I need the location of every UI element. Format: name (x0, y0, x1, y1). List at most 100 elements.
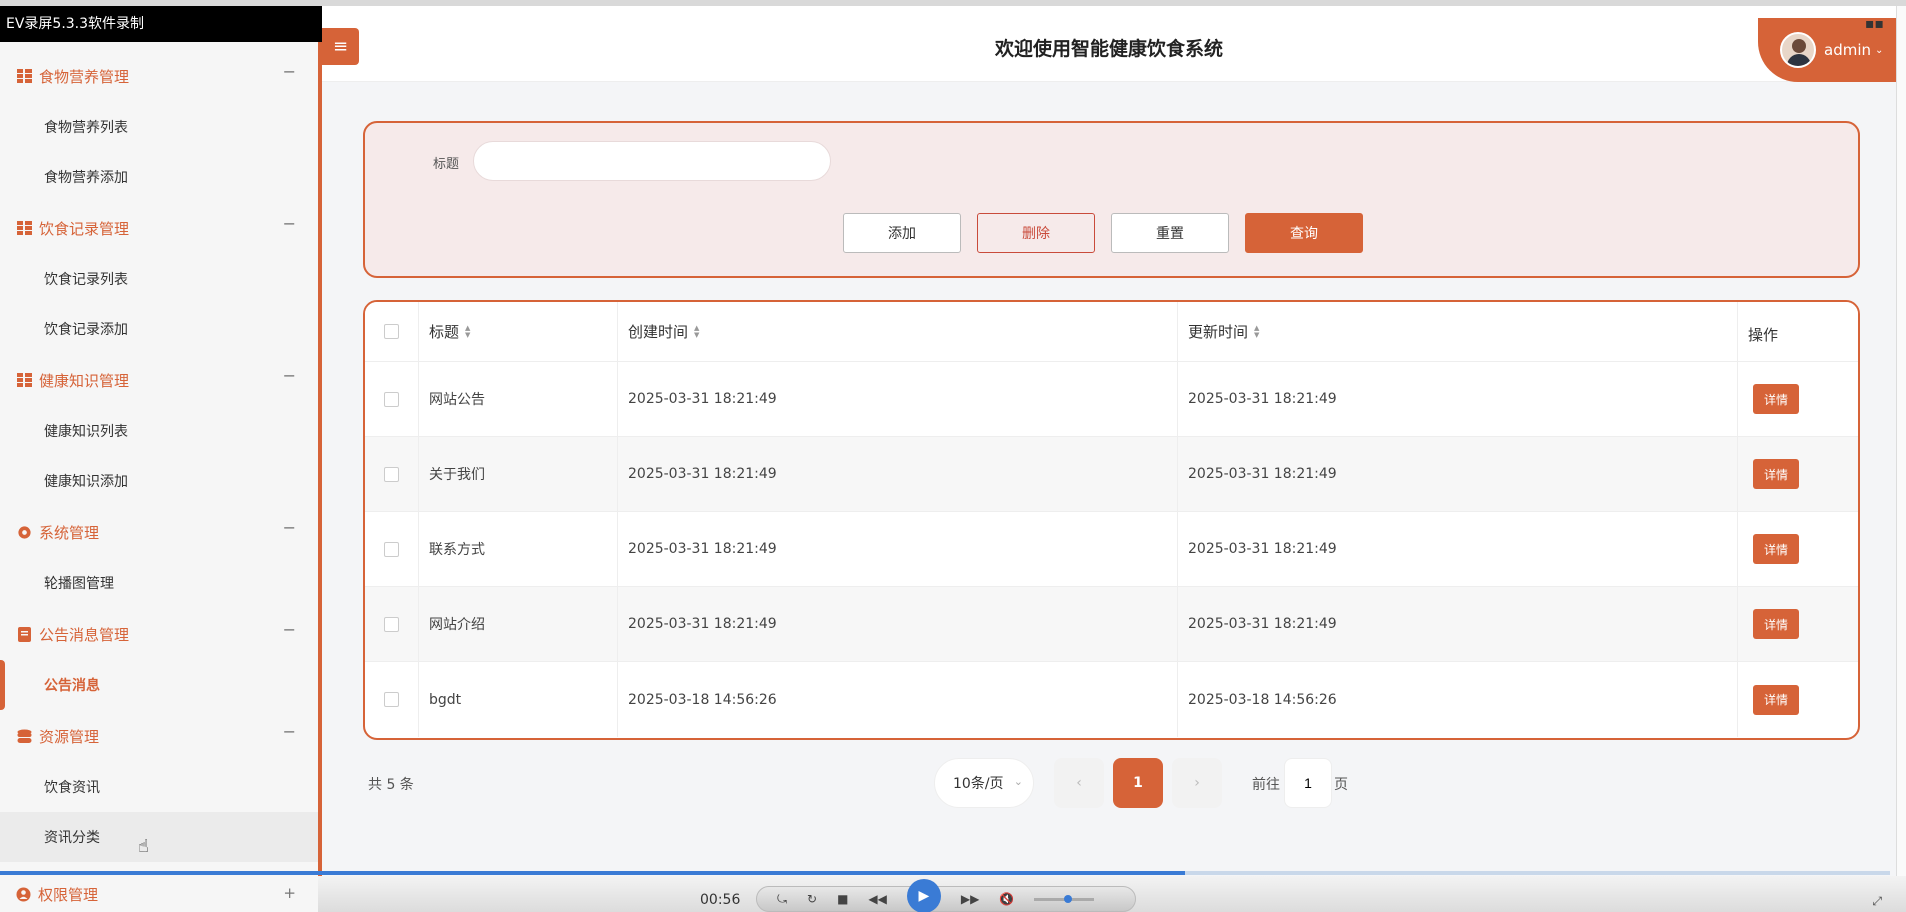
row-select-cell (365, 512, 419, 586)
next-page-button[interactable]: › (1172, 758, 1222, 808)
rewind-icon[interactable]: ◀◀ (868, 892, 886, 906)
sidebar-group-food-nutrition[interactable]: 食物营养管理 − (0, 50, 318, 102)
cell-updated: 2025-03-18 14:56:26 (1178, 662, 1738, 737)
prev-page-button[interactable]: ‹ (1054, 758, 1104, 808)
row-checkbox[interactable] (384, 692, 399, 707)
page-size-select[interactable]: 10条/页 ⌄ (934, 758, 1034, 808)
table-row: bgdt 2025-03-18 14:56:26 2025-03-18 14:5… (365, 662, 1858, 737)
notice-table: 标题 ▲ ▼ 创建时间 ▲ ▼ 更新时间 ▲ ▼ 操作 网站公告 2025-03-31 18… (363, 300, 1860, 740)
goto-suffix: 页 (1334, 777, 1348, 793)
delete-button[interactable]: 删除 (977, 213, 1095, 253)
document-icon (16, 626, 32, 642)
table-row: 关于我们 2025-03-31 18:21:49 2025-03-31 18:2… (365, 437, 1858, 512)
row-checkbox[interactable] (384, 466, 399, 482)
cell-title: 关于我们 (419, 437, 618, 511)
collapse-icon[interactable]: − (283, 722, 296, 741)
page-title: 欢迎使用智能健康饮食系统 (994, 38, 1223, 60)
sidebar-item-notice-active[interactable]: 公告消息 (0, 660, 318, 710)
speed-icon[interactable]: ⤿ (777, 892, 787, 907)
page-number-current[interactable]: 1 (1113, 758, 1163, 808)
sidebar-group-notice[interactable]: 公告消息管理 − (0, 608, 318, 660)
volume-slider[interactable] (1034, 894, 1095, 903)
sidebar-item-food-nutrition-list[interactable]: 食物营养列表 (0, 102, 318, 152)
chevron-right-icon: › (1194, 775, 1200, 791)
row-checkbox[interactable] (384, 541, 399, 557)
sidebar-group-system[interactable]: 系统管理 − (0, 506, 318, 558)
column-header-title[interactable]: 标题 ▲ ▼ (419, 302, 618, 361)
sidebar-group-label: 饮食记录管理 (39, 219, 130, 238)
column-header-created[interactable]: 创建时间 ▲ ▼ (618, 302, 1178, 361)
sidebar-group-diet-record[interactable]: 饮食记录管理 − (0, 202, 318, 254)
collapse-icon[interactable]: − (283, 62, 296, 81)
sidebar-item-diet-news[interactable]: 饮食资讯 (0, 762, 318, 812)
row-select-cell (365, 437, 419, 511)
user-icon (16, 887, 31, 902)
row-checkbox[interactable] (384, 391, 399, 407)
title-filter-input[interactable] (473, 141, 831, 181)
cell-title: 网站公告 (419, 362, 618, 436)
collapse-icon[interactable]: − (283, 214, 296, 233)
sidebar-group-resource[interactable]: 资源管理 − (0, 710, 318, 762)
query-button[interactable]: 查询 (1245, 213, 1363, 253)
sort-icon[interactable]: ▲ ▼ (1254, 324, 1259, 339)
replay-icon[interactable]: ↻ (807, 892, 817, 906)
row-checkbox[interactable] (384, 616, 399, 632)
detail-button[interactable]: 详情 (1753, 609, 1799, 639)
cell-updated: 2025-03-31 18:21:49 (1178, 362, 1738, 436)
detail-button[interactable]: 详情 (1753, 384, 1799, 414)
column-header-op: 操作 (1748, 326, 1779, 344)
cell-op: 详情 (1738, 437, 1858, 511)
reset-button[interactable]: 重置 (1111, 213, 1229, 253)
sidebar: 食物营养管理 − 食物营养列表 食物营养添加 饮食记录管理 − 饮食记录列表 饮… (0, 6, 322, 912)
playback-progress-bar[interactable] (0, 871, 1890, 875)
cell-title: 网站介绍 (419, 587, 618, 661)
sidebar-item-carousel[interactable]: 轮播图管理 (0, 558, 318, 608)
collapse-icon[interactable]: − (283, 620, 296, 639)
sidebar-group-label: 公告消息管理 (39, 625, 130, 644)
fullscreen-toggle-icon[interactable]: ▪▪ (1865, 16, 1884, 32)
page-size-value: 10条/页 (953, 776, 1004, 792)
sidebar-item-diet-record-list[interactable]: 饮食记录列表 (0, 254, 318, 304)
detail-button[interactable]: 详情 (1753, 684, 1799, 715)
sidebar-item-news-category[interactable]: 资讯分类 (0, 812, 318, 862)
table-row: 网站介绍 2025-03-31 18:21:49 2025-03-31 18:2… (365, 587, 1858, 662)
cell-created: 2025-03-31 18:21:49 (618, 512, 1178, 586)
sort-icon[interactable]: ▲ ▼ (694, 324, 699, 339)
expand-icon[interactable]: + (283, 884, 296, 902)
collapse-icon[interactable]: − (283, 366, 296, 385)
cell-op: 详情 (1738, 362, 1858, 436)
sidebar-item-diet-record-add[interactable]: 饮食记录添加 (0, 304, 318, 354)
column-header-updated[interactable]: 更新时间 ▲ ▼ (1178, 302, 1738, 361)
cell-updated: 2025-03-31 18:21:49 (1178, 437, 1738, 511)
detail-button[interactable]: 详情 (1753, 459, 1799, 489)
sort-icon[interactable]: ▲ ▼ (465, 324, 470, 339)
play-icon[interactable]: ▶ (906, 879, 941, 912)
cell-created: 2025-03-31 18:21:49 (618, 362, 1178, 436)
cell-created: 2025-03-31 18:21:49 (618, 587, 1178, 661)
goto-page-input[interactable] (1284, 758, 1332, 808)
avatar (1780, 32, 1816, 68)
title-filter-label: 标题 (433, 157, 460, 172)
detail-button[interactable]: 详情 (1753, 534, 1799, 564)
sidebar-item-health-knowledge-list[interactable]: 健康知识列表 (0, 406, 318, 456)
mute-icon[interactable]: 🔇 (999, 892, 1014, 906)
goto-label: 前往 (1252, 777, 1280, 793)
sidebar-group-permission[interactable]: 权限管理 + (0, 876, 318, 912)
cell-title: bgdt (419, 662, 618, 737)
collapse-icon[interactable]: − (283, 518, 296, 537)
cell-op: 详情 (1738, 662, 1858, 737)
database-icon (16, 728, 32, 744)
add-button[interactable]: 添加 (843, 213, 961, 253)
expand-window-icon[interactable]: ⤢ (1872, 894, 1882, 909)
sidebar-item-health-knowledge-add[interactable]: 健康知识添加 (0, 456, 318, 506)
column-label: 更新时间 (1188, 323, 1249, 341)
stop-icon[interactable]: ■ (837, 892, 848, 906)
sidebar-item-food-nutrition-add[interactable]: 食物营养添加 (0, 152, 318, 202)
select-all-cell (365, 302, 419, 361)
fast-forward-icon[interactable]: ▶▶ (961, 892, 979, 906)
table-header: 标题 ▲ ▼ 创建时间 ▲ ▼ 更新时间 ▲ ▼ 操作 (365, 302, 1858, 362)
select-all-checkbox[interactable] (384, 324, 399, 339)
sidebar-group-health-knowledge[interactable]: 健康知识管理 − (0, 354, 318, 406)
playback-controls: ⤿ ↻ ■ ◀◀ ▶ ▶▶ 🔇 (756, 879, 1136, 912)
sidebar-group-label: 健康知识管理 (39, 371, 130, 390)
